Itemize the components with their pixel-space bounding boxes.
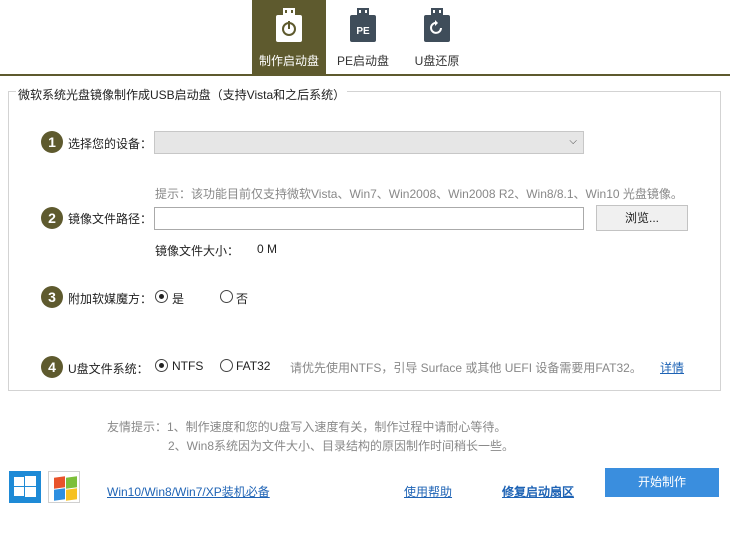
windows7-logo-icon[interactable]: [48, 471, 80, 503]
step-1-number: 1: [41, 131, 63, 153]
filesystem-note: 请优先使用NTFS，引导 Surface 或其他 UEFI 设备需要用FAT32…: [290, 361, 642, 375]
browse-button[interactable]: 浏览...: [596, 205, 688, 231]
tab-usb-restore[interactable]: U盘还原: [400, 0, 474, 74]
tab-label: U盘还原: [414, 54, 460, 68]
step-3-number: 3: [41, 286, 63, 308]
windows10-logo-icon[interactable]: [9, 471, 41, 503]
installer-essentials-link[interactable]: Win10/Win8/Win7/XP装机必备: [107, 483, 270, 500]
tabs-divider: [0, 74, 730, 76]
usb-power-icon: [276, 8, 302, 42]
tab-label: PE启动盘: [336, 54, 389, 68]
iso-hint: 提示：该功能目前仅支持微软Vista、Win7、Win2008、Win2008 …: [155, 187, 683, 201]
fat32-label: FAT32: [236, 359, 271, 373]
tip-line-2: 2、Win8系统因为文件大小、目录结构的原因制作时间稍长一些。: [168, 439, 515, 453]
iso-path-label: 镜像文件路径：: [68, 212, 153, 226]
tab-pe-boot-disk[interactable]: PE PE启动盘: [326, 0, 400, 74]
tip-line-1: 友情提示：1、制作速度和您的U盘写入速度有关，制作过程中请耐心等待。: [107, 420, 507, 434]
usb-restore-icon: [424, 8, 450, 42]
addon-no-radio[interactable]: [220, 290, 233, 303]
iso-size-value: 0 M: [257, 242, 278, 256]
addon-yes-radio[interactable]: [155, 290, 168, 303]
step-4-number: 4: [41, 356, 63, 378]
device-label: 选择您的设备：: [68, 137, 153, 151]
step-2-number: 2: [41, 207, 63, 229]
start-button[interactable]: 开始制作: [605, 468, 719, 497]
addon-no-label: 否: [236, 292, 249, 306]
details-link[interactable]: 详情: [660, 359, 684, 376]
group-title: 微软系统光盘镜像制作成USB启动盘（支持Vista和之后系统）: [16, 86, 348, 103]
iso-path-input[interactable]: [154, 207, 584, 230]
top-tabs: 制作启动盘 PE PE启动盘 U盘还原: [0, 0, 730, 76]
tab-label: 制作启动盘: [258, 54, 319, 68]
ntfs-label: NTFS: [172, 359, 204, 373]
usb-pe-icon: PE: [350, 8, 376, 42]
repair-boot-sector-link[interactable]: 修复启动扇区: [502, 483, 574, 500]
chevron-down-icon: ⌵: [569, 136, 577, 147]
addon-yes-label: 是: [172, 292, 185, 306]
pe-badge: PE: [356, 26, 370, 37]
addon-label: 附加软媒魔方：: [68, 292, 153, 306]
filesystem-label: U盘文件系统：: [68, 362, 149, 376]
device-select[interactable]: ⌵: [154, 131, 584, 154]
ntfs-radio[interactable]: [155, 359, 168, 372]
tab-make-boot-disk[interactable]: 制作启动盘: [252, 0, 326, 74]
fat32-radio[interactable]: [220, 359, 233, 372]
help-link[interactable]: 使用帮助: [404, 483, 452, 500]
iso-size-label: 镜像文件大小：: [155, 244, 240, 258]
